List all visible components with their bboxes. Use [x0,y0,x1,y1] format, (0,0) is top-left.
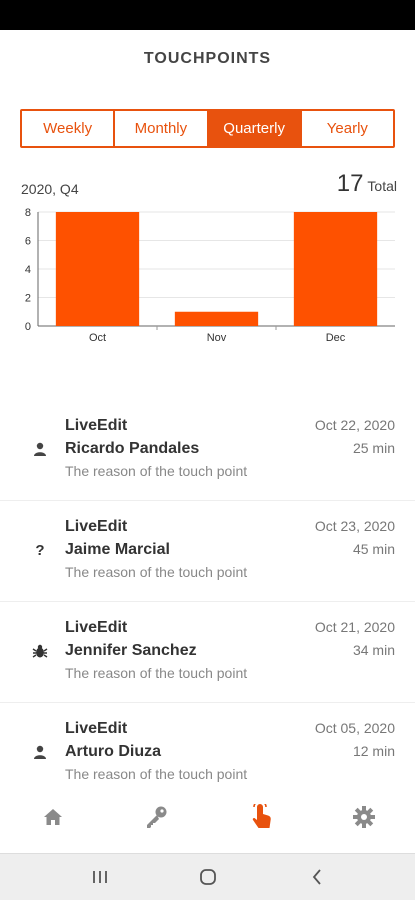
app-name: LiveEdit [65,518,128,535]
question-icon: ? [31,541,49,559]
y-tick-label: 2 [25,293,31,305]
total-value: 17 [336,170,364,197]
list-item[interactable]: LiveEdit Arturo Diuza The reason of the … [0,703,415,804]
duration-text: 45 min [352,541,395,557]
duration-text: 25 min [352,440,395,456]
duration-text: 12 min [352,743,395,759]
gear-icon[interactable] [351,804,377,830]
date-text: Oct 21, 2020 [314,619,395,635]
list-item[interactable]: LiveEdit Jennifer Sanchez The reason of … [0,602,415,703]
home-icon[interactable] [40,804,66,830]
app-name: LiveEdit [65,619,128,636]
person-icon [31,440,49,458]
touch-icon[interactable] [248,804,274,830]
person-name: Ricardo Pandales [65,440,200,457]
segment-weekly[interactable]: Weekly [22,111,116,146]
segment-monthly[interactable]: Monthly [115,111,209,146]
list-item[interactable]: ? LiveEdit Jaime Marcial The reason of t… [0,501,415,602]
touchpoints-bar-chart: 0 2 4 6 8 Oct Nov Dec [25,207,395,344]
date-text: Oct 05, 2020 [314,720,395,736]
svg-text:?: ? [35,542,44,558]
bar [293,212,378,326]
period-label: 2020, Q4 [21,181,79,197]
reason-text: The reason of the touch point [65,463,248,479]
segment-yearly[interactable]: Yearly [301,111,393,146]
x-tick-label: Oct [89,332,106,344]
person-name: Arturo Diuza [65,743,161,760]
home-button-icon[interactable] [196,866,220,888]
app-name: LiveEdit [65,720,128,737]
recent-apps-icon[interactable] [88,866,112,888]
person-name: Jennifer Sanchez [65,642,197,659]
reason-text: The reason of the touch point [65,665,248,681]
date-text: Oct 22, 2020 [314,417,395,433]
y-tick-label: 4 [25,264,31,276]
y-tick-label: 0 [25,321,31,333]
reason-text: The reason of the touch point [65,766,248,782]
y-tick-label: 8 [25,207,31,219]
page-title: TOUCHPOINTS [143,50,272,67]
x-tick-label: Dec [326,332,346,344]
person-name: Jaime Marcial [65,541,170,558]
total-summary: 17 Total [337,170,397,198]
total-label: Total [367,178,397,194]
key-icon[interactable] [143,804,169,830]
touchpoint-list: LiveEdit Ricardo Pandales The reason of … [0,400,415,804]
person-icon [31,743,49,761]
bug-icon [31,642,49,660]
reason-text: The reason of the touch point [65,564,248,580]
bar [174,311,259,326]
bottom-tab-bar [0,790,415,842]
back-icon[interactable] [305,866,329,888]
x-tick-label: Nov [207,332,227,344]
list-item[interactable]: LiveEdit Ricardo Pandales The reason of … [0,400,415,501]
bar [55,212,140,326]
date-text: Oct 23, 2020 [314,518,395,534]
app-name: LiveEdit [65,417,128,434]
system-navigation-bar [0,853,415,900]
segment-quarterly[interactable]: Quarterly [208,111,302,146]
y-tick-label: 6 [25,236,31,248]
period-selector: Weekly Monthly Quarterly Yearly [20,109,395,148]
duration-text: 34 min [352,642,395,658]
status-bar [0,0,415,30]
